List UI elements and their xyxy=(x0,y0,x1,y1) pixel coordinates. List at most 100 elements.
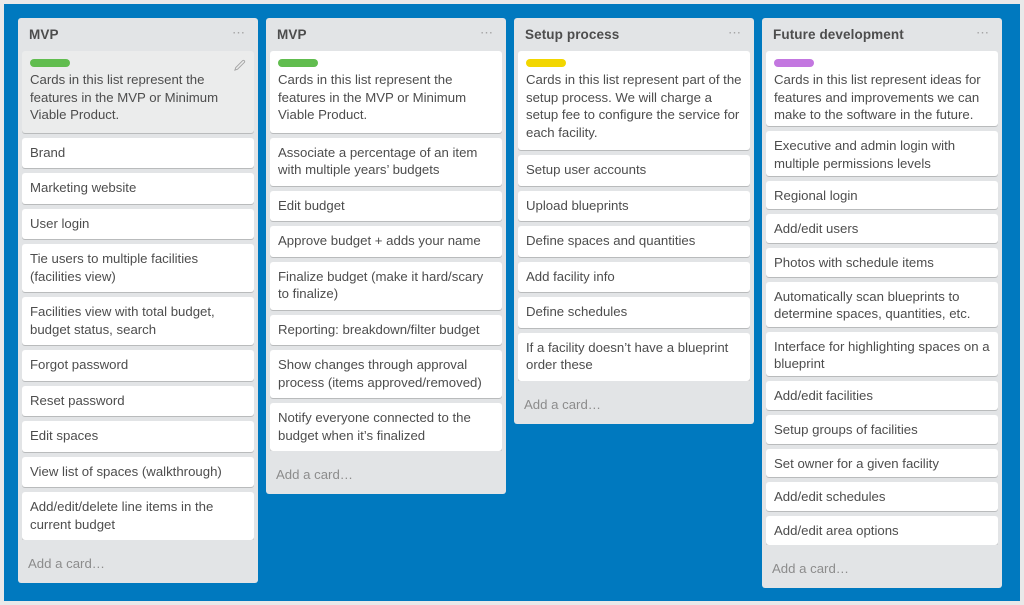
card[interactable]: Associate a percentage of an item with m… xyxy=(270,137,502,186)
card-title: Define spaces and quantities xyxy=(526,233,696,248)
list: MVP ⋯ Cards in this list represent the fea… xyxy=(266,18,506,494)
card[interactable]: Marketing website xyxy=(22,173,254,204)
card-title: If a facility doesn’t have a blueprint o… xyxy=(526,339,729,373)
card-title: Executive and admin login with multiple … xyxy=(774,138,956,171)
card[interactable]: Reporting: breakdown/filter budget xyxy=(270,314,502,345)
card-title: Setup user accounts xyxy=(526,162,647,177)
card-title: Notify everyone connected to the budget … xyxy=(278,410,471,443)
add-card-button[interactable]: Add a card… xyxy=(18,545,258,583)
yellow-label[interactable] xyxy=(526,59,566,67)
card[interactable]: Upload blueprints xyxy=(518,190,750,221)
list: MVP ⋯ Cards in this list represent the fea… xyxy=(18,18,258,583)
list: Future development ⋯ Cards in this list re… xyxy=(762,18,1002,588)
card[interactable]: Interface for highlighting spaces on a b… xyxy=(766,331,998,377)
card-title: Edit budget xyxy=(278,197,345,213)
card-title: Add/edit facilities xyxy=(774,388,873,404)
lists-container: MVP ⋯ Cards in this list represent the fea… xyxy=(18,18,1002,588)
card-title: Regional login xyxy=(774,187,858,203)
edit-pencil-icon[interactable] xyxy=(232,59,246,73)
card-title: Reporting: breakdown/filter budget xyxy=(278,321,480,337)
card-title: Add/edit schedules xyxy=(774,489,886,505)
card[interactable]: Forgot password xyxy=(22,350,254,381)
list-menu-icon[interactable]: ⋯ xyxy=(232,26,248,39)
card[interactable]: Edit budget xyxy=(270,190,502,221)
description-card[interactable]: Cards in this list represent ideas for f… xyxy=(766,51,998,127)
list-header: MVP ⋯ xyxy=(18,18,258,51)
card-title: View list of spaces (walkthrough) xyxy=(30,463,222,479)
card[interactable]: Executive and admin login with multiple … xyxy=(766,131,998,176)
card-title: Brand xyxy=(30,144,66,160)
add-card-button[interactable]: Add a card… xyxy=(514,386,754,424)
purple-label[interactable] xyxy=(774,59,814,67)
card-list: Cards in this list represent the feature… xyxy=(18,51,258,540)
card-title: Edit spaces xyxy=(30,428,99,443)
card[interactable]: User login xyxy=(22,208,254,239)
card[interactable]: Photos with schedule items xyxy=(766,248,998,277)
card-title: Add/edit users xyxy=(774,221,859,237)
list-title[interactable]: Setup process xyxy=(524,27,619,43)
card-title: Forgot password xyxy=(30,357,129,372)
card-title: Setup groups of facilities xyxy=(774,421,918,437)
list-menu-icon[interactable]: ⋯ xyxy=(976,26,992,39)
green-label[interactable] xyxy=(30,59,70,67)
description-card[interactable]: Cards in this list represent the feature… xyxy=(270,51,502,133)
card-title: Upload blueprints xyxy=(526,197,629,213)
card[interactable]: Set owner for a given facility xyxy=(766,448,998,478)
card[interactable]: View list of spaces (walkthrough) xyxy=(22,456,254,487)
card[interactable]: Reset password xyxy=(22,385,254,416)
card-title: Cards in this list represent part of the… xyxy=(526,72,742,140)
card-title: Cards in this list represent the feature… xyxy=(30,72,219,122)
card-title: Add/edit/delete line items in the curren… xyxy=(30,499,214,532)
card-title: Reset password xyxy=(30,392,125,408)
card[interactable]: Tie users to multiple facilities (facili… xyxy=(22,244,254,292)
card[interactable]: Finalize budget (make it hard/scary to f… xyxy=(270,261,502,310)
card[interactable]: Show changes through approval process (i… xyxy=(270,350,502,398)
list-header: Setup process ⋯ xyxy=(514,18,754,51)
list-title[interactable]: Future development xyxy=(772,27,904,43)
card-title: Tie users to multiple facilities (facili… xyxy=(30,251,199,284)
card[interactable]: Define schedules xyxy=(518,297,750,328)
description-card[interactable]: Cards in this list represent the feature… xyxy=(22,51,254,133)
card-title: Set owner for a given facility xyxy=(774,455,939,471)
card-title: Associate a percentage of an item with m… xyxy=(278,144,478,178)
card[interactable]: Approve budget + adds your name xyxy=(270,226,502,257)
card[interactable]: Setup groups of facilities xyxy=(766,414,998,444)
card[interactable]: Brand xyxy=(22,137,254,168)
list-title[interactable]: MVP xyxy=(276,27,307,43)
list-title[interactable]: MVP xyxy=(28,27,59,43)
card[interactable]: Add/edit area options xyxy=(766,516,998,545)
card-list: Cards in this list represent the feature… xyxy=(266,51,506,451)
list: Setup process ⋯ Cards in this list represe… xyxy=(514,18,754,424)
green-label[interactable] xyxy=(278,59,318,67)
card-title: Facilities view with total budget, budge… xyxy=(30,304,215,337)
card-list: Cards in this list represent ideas for f… xyxy=(762,51,1002,545)
card[interactable]: Notify everyone connected to the budget … xyxy=(270,403,502,451)
add-card-button[interactable]: Add a card… xyxy=(762,550,1002,588)
card-title: Cards in this list represent the feature… xyxy=(278,72,467,122)
card-title: Cards in this list represent ideas for f… xyxy=(774,72,981,122)
card[interactable]: Add/edit users xyxy=(766,214,998,244)
board-frame: MVP ⋯ Cards in this list represent the fea… xyxy=(0,0,1024,605)
card-title: Finalize budget (make it hard/scary to f… xyxy=(278,268,484,302)
card[interactable]: Add/edit facilities xyxy=(766,381,998,410)
description-card[interactable]: Cards in this list represent part of the… xyxy=(518,51,750,150)
list-menu-icon[interactable]: ⋯ xyxy=(480,26,496,39)
card-title: Interface for highlighting spaces on a b… xyxy=(774,338,990,372)
card-title: Approve budget + adds your name xyxy=(278,233,481,248)
card[interactable]: Edit spaces xyxy=(22,421,254,452)
card[interactable]: If a facility doesn’t have a blueprint o… xyxy=(518,332,750,381)
card[interactable]: Define spaces and quantities xyxy=(518,226,750,257)
card[interactable]: Setup user accounts xyxy=(518,155,750,186)
card[interactable]: Automatically scan blueprints to determi… xyxy=(766,281,998,327)
card-title: Add/edit area options xyxy=(774,523,899,539)
add-card-button[interactable]: Add a card… xyxy=(266,456,506,494)
card[interactable]: Add/edit/delete line items in the curren… xyxy=(22,492,254,540)
card-title: Photos with schedule items xyxy=(774,255,934,271)
list-menu-icon[interactable]: ⋯ xyxy=(728,26,744,39)
list-header: Future development ⋯ xyxy=(762,18,1002,51)
card[interactable]: Facilities view with total budget, budge… xyxy=(22,297,254,345)
card[interactable]: Add facility info xyxy=(518,261,750,292)
card[interactable]: Add/edit schedules xyxy=(766,482,998,512)
card[interactable]: Regional login xyxy=(766,180,998,210)
card-title: User login xyxy=(30,215,90,231)
